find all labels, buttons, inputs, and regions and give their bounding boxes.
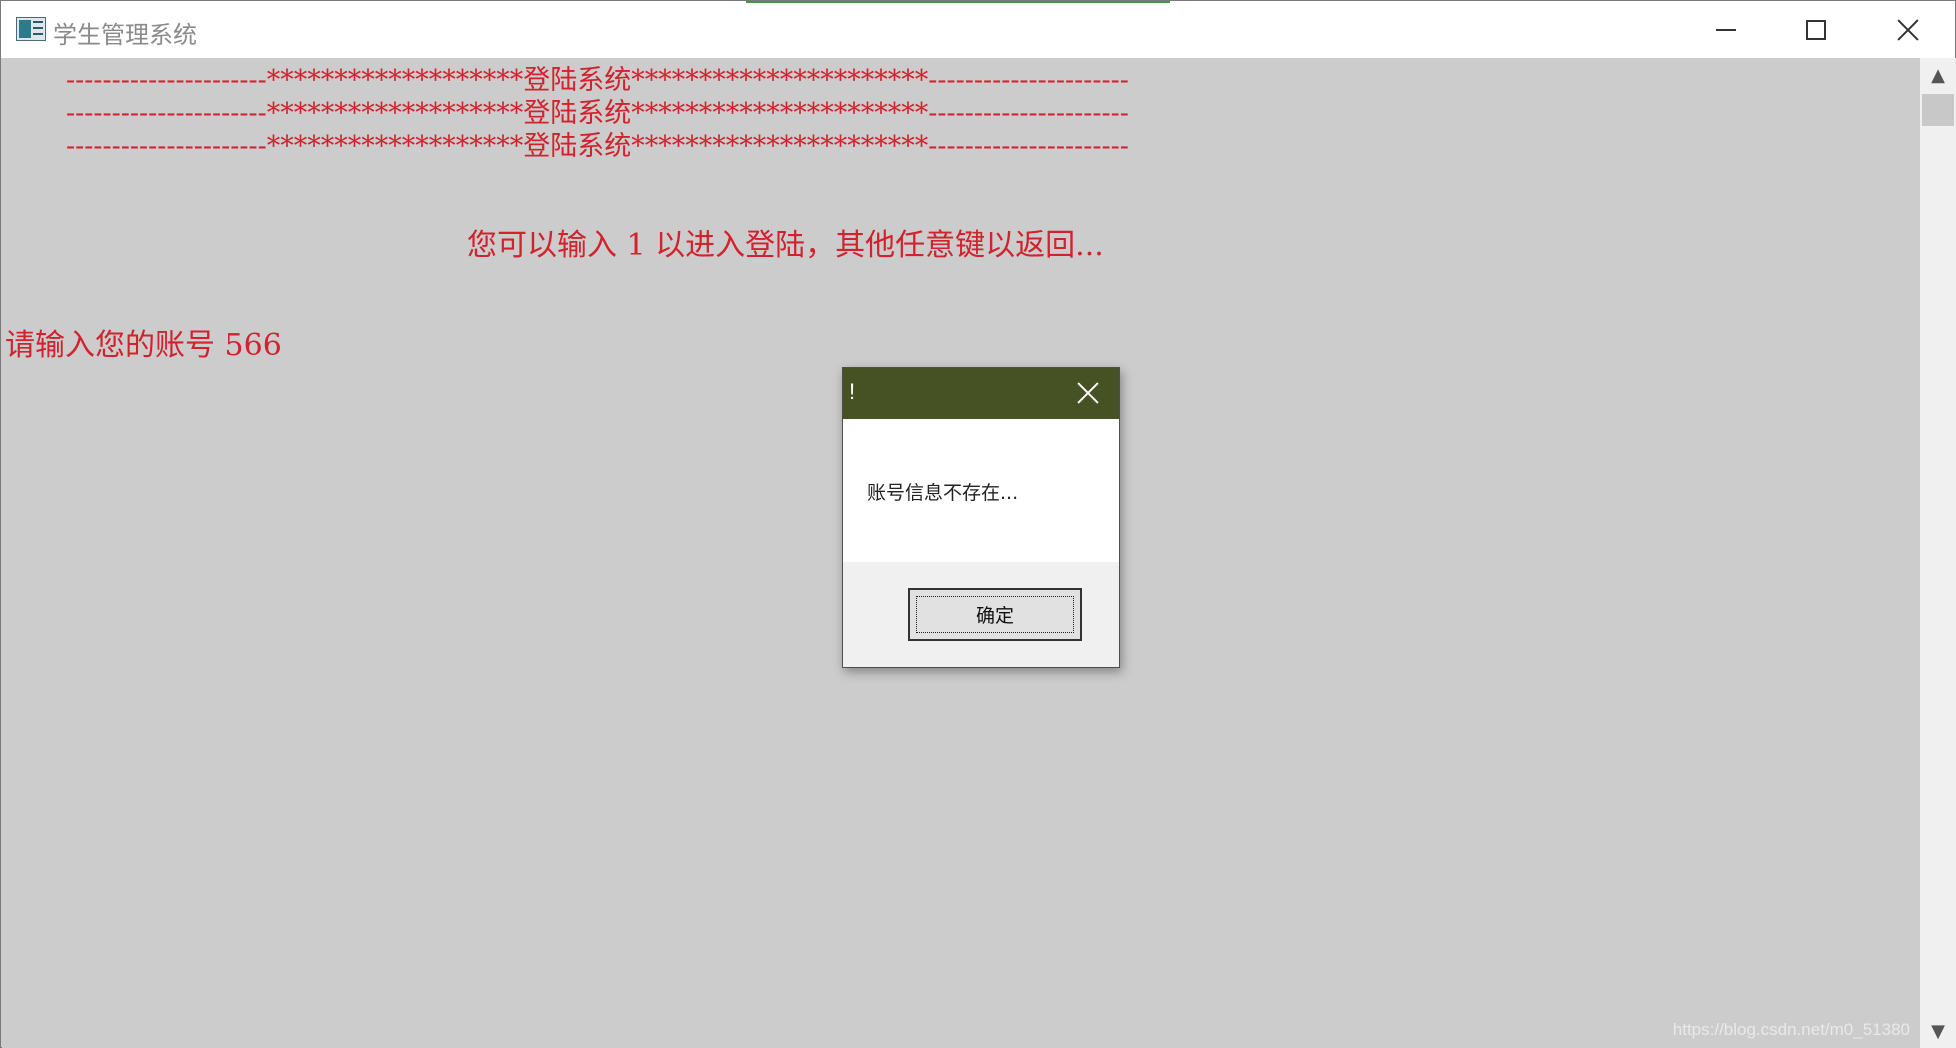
dialog-body: 账号信息不存在... (843, 419, 1119, 562)
watermark-text: https://blog.csdn.net/m0_51380 (1672, 1020, 1910, 1039)
minimize-icon (1716, 28, 1736, 31)
scroll-thumb[interactable] (1922, 94, 1954, 126)
maximize-icon (1806, 19, 1826, 40)
maximize-button[interactable] (1771, 1, 1861, 58)
minimize-button[interactable] (1681, 1, 1771, 58)
scroll-up-icon[interactable]: ▲ (1920, 58, 1956, 92)
dialog-title-bar[interactable]: ! (843, 368, 1119, 419)
account-input-prompt: 请输入您的账号 566 (5, 328, 282, 363)
focus-rectangle (916, 596, 1074, 633)
title-bar[interactable]: 学生管理系统 (1, 1, 1955, 58)
window-title: 学生管理系统 (53, 21, 197, 49)
vertical-scrollbar[interactable]: ▲ ▼ (1920, 58, 1956, 1048)
enter-login-prompt: 您可以输入 1 以进入登陆，其他任意键以返回... (467, 228, 1104, 263)
app-window: 学生管理系统 ----------------------***********… (0, 0, 1956, 1048)
dialog-message: 账号信息不存在... (867, 482, 1019, 504)
close-button[interactable] (1863, 1, 1953, 58)
banner-line-3: ----------------------******************… (66, 131, 1129, 162)
scroll-down-icon[interactable]: ▼ (1920, 1014, 1956, 1048)
ok-button[interactable]: 确定 (908, 588, 1082, 641)
error-dialog: ! 账号信息不存在... 确定 (842, 367, 1120, 668)
dialog-title: ! (849, 379, 856, 404)
title-accent-line (746, 1, 1170, 3)
close-icon (1897, 19, 1919, 41)
app-window-icon[interactable] (16, 17, 46, 41)
dialog-close-icon[interactable] (1077, 382, 1099, 404)
